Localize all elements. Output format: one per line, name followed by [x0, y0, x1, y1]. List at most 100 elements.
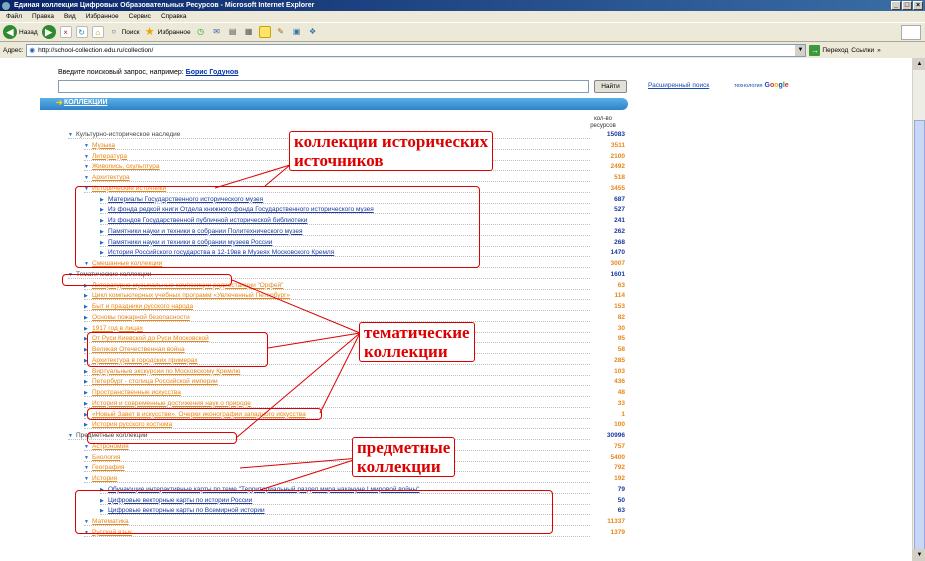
- go-label: Переход: [822, 46, 849, 54]
- resource-count: 1379: [610, 528, 625, 536]
- history-icon[interactable]: ◷: [195, 26, 207, 38]
- stop-icon[interactable]: ×: [59, 26, 72, 38]
- tree-item-label[interactable]: Пространственные искусства: [92, 389, 181, 396]
- close-button[interactable]: ×: [913, 1, 923, 10]
- leader-dots: [84, 374, 590, 376]
- subject-history-box: [75, 490, 553, 534]
- nature-sciences-box: [87, 408, 322, 420]
- address-label: Адрес:: [3, 46, 24, 54]
- edit-icon[interactable]: ▦: [243, 26, 255, 38]
- back-arrow-icon: ◀: [3, 25, 17, 39]
- leader-dots: [84, 385, 590, 387]
- search-label: Поиск: [121, 28, 140, 36]
- links-button[interactable]: Ссылки: [851, 47, 874, 54]
- address-bar: Адрес: ◉ http://school-collection.edu.ru…: [0, 42, 925, 58]
- tree-item-label[interactable]: География: [92, 464, 124, 471]
- tree-item-label[interactable]: Литература: [92, 153, 127, 160]
- leader-dots: [84, 320, 590, 322]
- menu-file[interactable]: Файл: [6, 11, 22, 22]
- back-label: Назад: [19, 28, 38, 36]
- window-controls: _ □ ×: [891, 1, 923, 10]
- address-input[interactable]: ◉ http://school-collection.edu.ru/collec…: [26, 43, 807, 57]
- folder-icon[interactable]: [258, 26, 271, 38]
- scroll-down-icon[interactable]: ▼: [913, 549, 925, 561]
- star-icon: ★: [144, 26, 155, 38]
- search-hint: Введите поисковый запрос, например: Бори…: [58, 69, 238, 76]
- count-header-line1: кол-во: [594, 116, 612, 122]
- favorites-button[interactable]: ★ Избранное: [144, 26, 191, 38]
- search-example-link[interactable]: Борис Годунов: [186, 69, 239, 76]
- menu-view[interactable]: Вид: [64, 11, 76, 22]
- tree-item-label[interactable]: Музыка: [92, 142, 115, 149]
- page-content: Введите поисковый запрос, например: Бори…: [0, 58, 912, 561]
- collections-link[interactable]: КОЛЛЕКЦИИ: [64, 99, 107, 106]
- go-button[interactable]: → Переход: [809, 44, 849, 56]
- menu-favorites[interactable]: Избранное: [86, 11, 119, 22]
- thematic-history-box: [87, 332, 268, 367]
- address-dropdown-icon[interactable]: ▼: [795, 44, 806, 56]
- leader-dots: [84, 310, 590, 311]
- leader-dots: [84, 428, 590, 430]
- resource-count: 268: [614, 238, 625, 246]
- menu-edit[interactable]: Правка: [32, 11, 54, 22]
- mail-icon[interactable]: ✉: [211, 26, 223, 38]
- tree-item-label[interactable]: Основы пожарной безопасности: [92, 314, 190, 321]
- historical-annotation-line1: коллекции исторических: [294, 132, 489, 151]
- messenger-icon[interactable]: ✎: [275, 26, 287, 38]
- refresh-icon[interactable]: ↻: [75, 26, 88, 38]
- tree-item-label[interactable]: Биология: [92, 454, 120, 461]
- research-icon[interactable]: ▣: [291, 26, 303, 38]
- tech-label: технология: [734, 82, 763, 89]
- tree-item-label[interactable]: Архитектура: [92, 174, 130, 181]
- thematic-root-box: [62, 274, 232, 286]
- resource-count: 3511: [610, 141, 625, 149]
- resource-count: 1: [621, 410, 625, 418]
- go-arrow-icon: →: [809, 44, 821, 56]
- scroll-up-icon[interactable]: ▲: [913, 58, 925, 70]
- tree-item-label[interactable]: Виртуальные экскурсии по Московскому Кре…: [92, 368, 240, 375]
- scroll-thumb[interactable]: [914, 120, 925, 550]
- google-tech: технология Google: [734, 82, 789, 89]
- resource-count: 63: [617, 281, 625, 289]
- resource-count: 518: [614, 174, 625, 181]
- ie-icon: [2, 2, 10, 10]
- discuss-icon[interactable]: ❖: [307, 26, 319, 38]
- tree-item-label[interactable]: 1917 год в лицах: [92, 325, 143, 332]
- tree-item-label[interactable]: История и современные достижения наук о …: [92, 400, 251, 407]
- advanced-search-link[interactable]: Расширенный поиск: [648, 82, 709, 89]
- tree-item-label[interactable]: Петербург - столица Российской империи: [92, 378, 218, 385]
- leader-dots: [84, 482, 590, 483]
- find-button[interactable]: Найти: [594, 80, 627, 93]
- tree-item-label[interactable]: Быт и праздники русского народа: [92, 303, 193, 310]
- search-button[interactable]: ○ Поиск: [108, 26, 140, 38]
- resource-count: 285: [614, 356, 625, 364]
- minimize-button[interactable]: _: [891, 1, 901, 10]
- vertical-scrollbar[interactable]: ▲ ▼: [912, 58, 925, 561]
- tree-item-label[interactable]: История русского костюма: [92, 421, 172, 428]
- resource-count: 2492: [610, 163, 625, 171]
- favorites-label: Избранное: [157, 28, 191, 36]
- google-logo: Google: [764, 82, 789, 89]
- resource-count: 153: [614, 303, 625, 310]
- leader-dots: [84, 181, 590, 182]
- print-icon[interactable]: ▤: [227, 26, 239, 38]
- forward-button[interactable]: ▶: [41, 25, 56, 39]
- resource-count: 1470: [610, 249, 625, 257]
- back-button[interactable]: ◀ Назад: [3, 25, 38, 39]
- resource-count: 436: [614, 378, 625, 386]
- search-input[interactable]: [58, 80, 589, 93]
- tree-item-label[interactable]: Живопись, скульптура: [92, 163, 159, 170]
- resource-count: 114: [614, 292, 626, 300]
- tree-item-label[interactable]: Культурно-историческое наследие: [76, 131, 180, 138]
- collections-bar: ➔ КОЛЛЕКЦИИ: [40, 98, 628, 110]
- resource-count: 687: [614, 195, 625, 203]
- menu-tools[interactable]: Сервис: [129, 11, 151, 22]
- tree-item-label[interactable]: История: [92, 475, 117, 482]
- chevron-icon[interactable]: »: [877, 47, 881, 54]
- home-icon[interactable]: ⌂: [91, 26, 104, 38]
- tree-item-label[interactable]: Цикл компьютерных учебных программ «Увле…: [92, 292, 290, 299]
- resource-count: 30: [617, 324, 625, 332]
- menu-bar: Файл Правка Вид Избранное Сервис Справка: [0, 11, 925, 22]
- menu-help[interactable]: Справка: [161, 11, 187, 22]
- maximize-button[interactable]: □: [902, 1, 912, 10]
